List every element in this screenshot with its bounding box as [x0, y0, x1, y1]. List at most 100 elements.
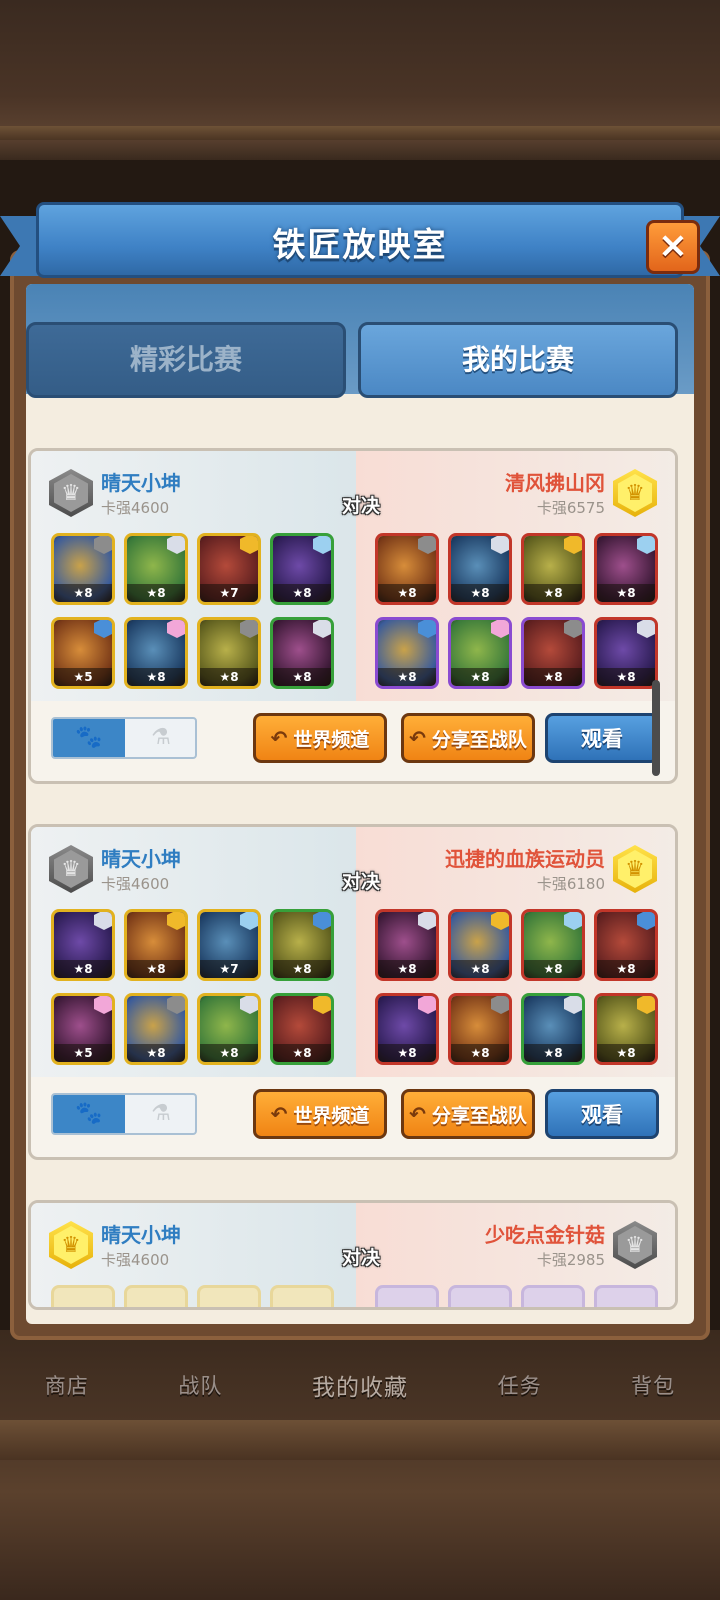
hero-star-level: ★8 — [273, 1044, 331, 1062]
hero-card[interactable]: ★8 — [375, 909, 439, 981]
hero-card[interactable]: ★8 — [124, 993, 188, 1065]
paw-icon[interactable]: 🐾 — [53, 719, 125, 757]
watch-button[interactable]: 观看 — [545, 1089, 659, 1139]
hero-star-level: ★8 — [597, 584, 655, 602]
player-right-power: 卡强6180 — [536, 875, 605, 893]
hero-card[interactable]: ★7 — [197, 533, 261, 605]
tab-my-matches[interactable]: 我的比赛 — [358, 322, 678, 398]
hero-card[interactable] — [197, 1285, 261, 1307]
share-arrow-icon: ↶ — [409, 726, 426, 750]
hero-card[interactable]: ★8 — [521, 909, 585, 981]
hero-card[interactable]: ★8 — [375, 993, 439, 1065]
share-arrow-icon: ↶ — [270, 726, 288, 750]
nav-collection[interactable]: 我的收藏 — [312, 1368, 408, 1402]
hero-card[interactable] — [270, 1285, 334, 1307]
player-left-name[interactable]: 晴天小坤 — [101, 843, 181, 872]
hero-card[interactable] — [521, 1285, 585, 1307]
player-left-name[interactable]: 晴天小坤 — [101, 467, 181, 496]
tab-highlights[interactable]: 精彩比赛 — [26, 322, 346, 398]
hero-card[interactable] — [51, 1285, 115, 1307]
hero-card[interactable]: ★5 — [51, 617, 115, 689]
hero-card[interactable]: ★7 — [197, 909, 261, 981]
share-team-button[interactable]: ↶ 分享至战队 — [401, 713, 535, 763]
hero-card[interactable]: ★8 — [448, 617, 512, 689]
hero-star-level: ★8 — [451, 584, 509, 602]
hero-card[interactable]: ★8 — [521, 533, 585, 605]
hero-star-level: ★8 — [524, 960, 582, 978]
bottom-nav: 商店 战队 我的收藏 任务 背包 — [0, 1355, 720, 1415]
potion-icon[interactable]: ⚗ — [125, 719, 195, 757]
hero-card[interactable]: ★8 — [375, 533, 439, 605]
hero-star-level: ★8 — [451, 1044, 509, 1062]
scrollbar[interactable] — [652, 680, 660, 776]
nav-shop[interactable]: 商店 — [45, 1370, 89, 1400]
potion-icon[interactable]: ⚗ — [125, 1095, 195, 1133]
hero-star-level: ★8 — [378, 1044, 436, 1062]
hero-card[interactable]: ★8 — [270, 617, 334, 689]
hero-star-level: ★8 — [524, 1044, 582, 1062]
hero-card[interactable]: ★8 — [270, 993, 334, 1065]
player-left-power: 卡强4600 — [101, 875, 170, 893]
hero-card[interactable] — [124, 1285, 188, 1307]
hero-card[interactable]: ★8 — [197, 617, 261, 689]
page-title: 铁匠放映室 — [272, 225, 448, 264]
hero-card[interactable]: ★8 — [594, 533, 658, 605]
watch-button[interactable]: 观看 — [545, 713, 659, 763]
hero-card[interactable]: ★8 — [594, 993, 658, 1065]
hero-star-level: ★8 — [597, 960, 655, 978]
hero-card[interactable] — [375, 1285, 439, 1307]
hero-card[interactable]: ★5 — [51, 993, 115, 1065]
hero-card[interactable]: ★8 — [51, 909, 115, 981]
hero-card[interactable]: ★8 — [521, 993, 585, 1065]
top-background — [0, 0, 720, 160]
hero-card[interactable]: ★8 — [448, 533, 512, 605]
hero-card[interactable]: ★8 — [270, 909, 334, 981]
nav-team[interactable]: 战队 — [178, 1370, 222, 1400]
hero-card[interactable]: ★8 — [197, 993, 261, 1065]
hero-card[interactable]: ★8 — [594, 617, 658, 689]
hero-star-level: ★8 — [200, 668, 258, 686]
close-button[interactable]: × — [646, 220, 700, 274]
hero-star-level: ★8 — [597, 1044, 655, 1062]
hero-card[interactable]: ★8 — [594, 909, 658, 981]
hero-card[interactable]: ★8 — [521, 617, 585, 689]
hero-card[interactable]: ★8 — [448, 909, 512, 981]
hero-card[interactable]: ★8 — [124, 909, 188, 981]
filter-toggle[interactable]: 🐾 ⚗ — [51, 1093, 197, 1135]
hero-star-level: ★8 — [597, 668, 655, 686]
hero-card[interactable]: ★8 — [375, 617, 439, 689]
hero-star-level: ★8 — [451, 668, 509, 686]
nav-tasks[interactable]: 任务 — [498, 1370, 542, 1400]
hero-star-level: ★8 — [54, 960, 112, 978]
hero-card[interactable]: ★8 — [51, 533, 115, 605]
player-right-name[interactable]: 少吃点金针菇 — [485, 1219, 605, 1248]
hero-star-level: ★8 — [127, 584, 185, 602]
player-right-name[interactable]: 迅捷的血族运动员 — [445, 843, 605, 872]
match-card: ♛ 晴天小坤 卡强4600 对决 少吃点金针菇 卡强2985 ♛ — [28, 1200, 678, 1310]
hero-card[interactable]: ★8 — [124, 533, 188, 605]
nav-bag[interactable]: 背包 — [631, 1370, 675, 1400]
player-right-name[interactable]: 清风拂山冈 — [505, 467, 605, 496]
hero-card[interactable]: ★8 — [448, 993, 512, 1065]
match-card: ♛ 晴天小坤 卡强4600 对决 清风拂山冈 卡强6575 ♛ ★8 ★8 ★7… — [28, 448, 678, 784]
hero-star-level: ★8 — [378, 584, 436, 602]
world-channel-button[interactable]: ↶ 世界频道 — [253, 1089, 387, 1139]
world-channel-button[interactable]: ↶ 世界频道 — [253, 713, 387, 763]
share-team-button[interactable]: ↶ 分享至战队 — [401, 1089, 535, 1139]
hero-card[interactable] — [594, 1285, 658, 1307]
hero-star-level: ★8 — [127, 1044, 185, 1062]
close-icon: × — [657, 225, 689, 266]
filter-toggle[interactable]: 🐾 ⚗ — [51, 717, 197, 759]
paw-icon[interactable]: 🐾 — [53, 1095, 125, 1133]
title-ribbon: 铁匠放映室 — [0, 196, 720, 288]
hero-card[interactable] — [448, 1285, 512, 1307]
hero-star-level: ★8 — [127, 668, 185, 686]
vs-label: 对决 — [341, 495, 380, 517]
hero-card[interactable]: ★8 — [124, 617, 188, 689]
vs-label: 对决 — [341, 871, 380, 893]
hero-card[interactable]: ★8 — [270, 533, 334, 605]
player-left-name[interactable]: 晴天小坤 — [101, 1219, 181, 1248]
player-left-power: 卡强4600 — [101, 1251, 170, 1269]
hero-star-level: ★8 — [273, 960, 331, 978]
hero-star-level: ★7 — [200, 960, 258, 978]
